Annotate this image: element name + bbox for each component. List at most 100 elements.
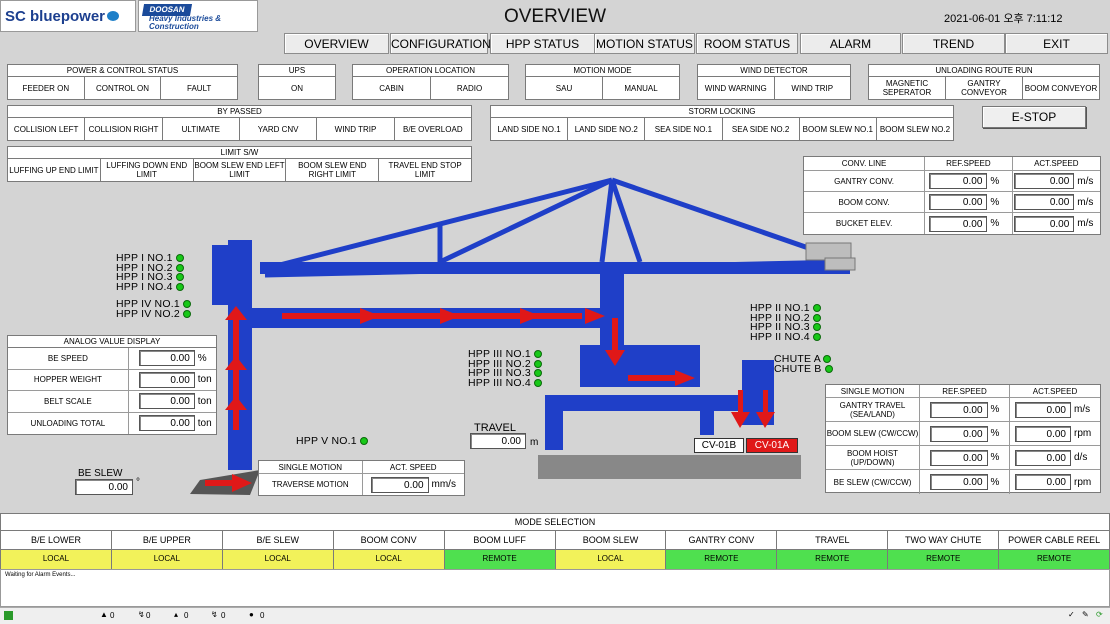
hpp3-led — [534, 369, 543, 378]
status-count-5: 0 — [260, 611, 265, 620]
bell-icon: ▲ — [100, 610, 108, 619]
analog-value: 0.00 — [138, 393, 195, 410]
mode-state-button[interactable]: REMOTE — [444, 550, 556, 569]
hpp5-led — [359, 437, 368, 446]
mode-name: BOOM SLEW — [556, 531, 667, 549]
single-ref-cell: 0.00% — [920, 398, 1010, 421]
analog-cell: 0.00 ton — [129, 391, 216, 412]
hpp3-led — [534, 359, 543, 368]
travel-unit: m — [530, 437, 539, 448]
ack-icon: ↯ — [211, 610, 218, 619]
hpp3-item: HPP III NO.4 — [468, 377, 543, 389]
single-left-header: SINGLE MOTION ACT. SPEED — [259, 461, 464, 474]
analog-row: UNLOADING TOTAL 0.00 ton — [8, 412, 216, 434]
alarm-text: Waiting for Alarm Events... — [5, 572, 76, 578]
single-act-unit: d/s — [1074, 452, 1088, 463]
single-right-row: BOOM SLEW (CW/CCW) 0.00% 0.00 rpm — [826, 422, 1100, 446]
play-icon[interactable] — [4, 611, 13, 620]
hpp4-item: HPP IV NO.2 — [116, 307, 191, 320]
mode-state-button[interactable]: REMOTE — [777, 550, 889, 569]
travel-value: 0.00 — [470, 433, 526, 449]
hpp2-item: HPP II NO.4 — [750, 330, 821, 343]
single-ref-cell: 0.00% — [920, 422, 1010, 445]
hpp3-list: HPP III NO.1 HPP III NO.2 HPP III NO.3 H… — [468, 349, 543, 389]
warning-icon: ▴ — [174, 610, 179, 619]
single-ref-unit: % — [990, 404, 1000, 415]
single-act-value: 0.00 — [1015, 449, 1071, 466]
mode-state-button[interactable]: REMOTE — [666, 550, 778, 569]
single-act-unit: rpm — [1074, 428, 1092, 439]
single-right-h: ACT.SPEED — [1032, 386, 1078, 396]
analog-row: HOPPER WEIGHT 0.00 ton — [8, 369, 216, 391]
analog-value: 0.00 — [138, 350, 195, 367]
analog-unit: ton — [197, 417, 212, 429]
single-right-header: SINGLE MOTION REF.SPEED ACT.SPEED — [826, 385, 1100, 398]
analog-name: UNLOADING TOTAL — [8, 412, 129, 434]
mode-name: TWO WAY CHUTE — [888, 531, 1000, 549]
single-act-value: 0.00 — [1015, 425, 1071, 442]
analog-name: BE SPEED — [8, 348, 129, 369]
mode-state-button[interactable]: REMOTE — [888, 550, 1000, 569]
single-ref-unit: % — [990, 476, 1000, 488]
chute-item: CHUTE B — [774, 363, 833, 375]
mode-state-button[interactable]: LOCAL — [555, 550, 667, 569]
circle-icon: ● — [249, 610, 254, 619]
analog-value: 0.00 — [138, 415, 195, 432]
hpp1-led — [175, 282, 184, 291]
analog-row: BE SPEED 0.00% — [8, 348, 216, 370]
status-count-2: 0 — [146, 611, 151, 620]
mode-state-button[interactable]: LOCAL — [333, 550, 445, 569]
hpp3-led — [534, 350, 543, 359]
hpp4-list: HPP IV NO.1 HPP IV NO.2 — [116, 299, 191, 320]
flash-icon: ↯ — [138, 610, 145, 619]
hpp2-led — [812, 313, 821, 322]
single-act-cell: 0.00 d/s — [1010, 446, 1100, 469]
cv-01b-label: CV-01B — [694, 438, 744, 453]
be-slew-value: 0.00 — [75, 479, 133, 495]
check-icon[interactable]: ✓ — [1068, 610, 1075, 619]
mode-selection: MODE SELECTION B/E LOWER B/E UPPER B/E SLE… — [0, 513, 1110, 569]
refresh-icon[interactable]: ⟳ — [1096, 610, 1103, 619]
hpp1-led — [175, 254, 184, 263]
hpp2-label: HPP II NO.4 — [750, 330, 810, 343]
analog-name: HOPPER WEIGHT — [8, 369, 129, 390]
status-bar: ▲ 0 ↯ 0 ▴ 0 ↯ 0 ● 0 ✓ ✎ ⟳ — [0, 607, 1110, 624]
hpp4-label: HPP IV NO.2 — [116, 307, 180, 320]
single-right-h: REF.SPEED — [920, 385, 1010, 397]
hpp2-led — [812, 323, 821, 332]
mode-state-button[interactable]: REMOTE — [999, 550, 1110, 569]
analog-value: 0.00 — [138, 371, 195, 388]
single-ref-value: 0.00 — [929, 401, 988, 418]
mode-name: B/E LOWER — [1, 531, 112, 549]
hpp3-led — [534, 378, 543, 387]
mode-state-button[interactable]: LOCAL — [1, 550, 112, 569]
single-motion-name: BE SLEW (CW/CCW) — [826, 470, 920, 494]
traverse-motion-label: TRAVERSE MOTION — [259, 474, 363, 495]
chute-list: CHUTE A CHUTE B — [774, 354, 833, 375]
mode-state-button[interactable]: LOCAL — [222, 550, 334, 569]
hpp1-led — [175, 263, 184, 272]
single-right-h: SINGLE MOTION — [826, 385, 920, 397]
analog-unit: ton — [197, 374, 212, 386]
mode-name: B/E SLEW — [223, 531, 334, 549]
status-count-4: 0 — [221, 611, 226, 620]
single-left-row: TRAVERSE MOTION 0.00 mm/s — [259, 474, 464, 495]
be-slew-unit: ° — [136, 477, 140, 488]
single-right-row: GANTRY TRAVEL (SEA/LAND) 0.00% 0.00 m/s — [826, 398, 1100, 422]
mode-state-button[interactable]: LOCAL — [111, 550, 223, 569]
mode-name: POWER CABLE REEL — [1008, 535, 1101, 545]
hpp2-list: HPP II NO.1 HPP II NO.2 HPP II NO.3 HPP … — [750, 303, 821, 343]
traverse-motion-value: 0.00 — [370, 476, 429, 493]
single-ref-value: 0.00 — [929, 425, 988, 442]
mode-name: GANTRY CONV — [666, 531, 778, 549]
single-motion-table: SINGLE MOTION REF.SPEED ACT.SPEED GANTRY TR… — [825, 384, 1101, 494]
single-act-unit: rpm — [1074, 476, 1092, 488]
traverse-value-cell: 0.00 mm/s — [363, 474, 465, 495]
traverse-motion-unit: mm/s — [431, 479, 456, 490]
single-act-unit: m/s — [1074, 404, 1091, 415]
hpp1-led — [175, 273, 184, 282]
single-ref-unit: % — [990, 428, 1000, 439]
edit-icon[interactable]: ✎ — [1082, 610, 1089, 619]
status-count-1: 0 — [110, 611, 115, 620]
cv-01a-label: CV-01A — [746, 438, 798, 453]
